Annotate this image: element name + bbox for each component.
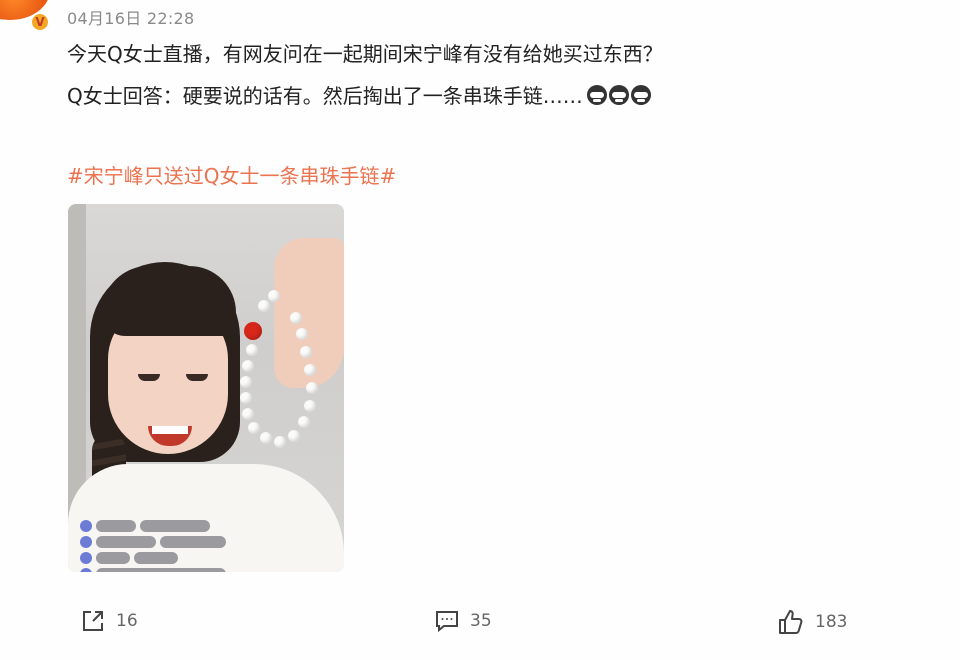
share-button[interactable]: 16 (80, 608, 138, 634)
bracelet-red-bead (244, 322, 262, 340)
chat-username (96, 552, 130, 564)
chat-user-icon (80, 568, 92, 572)
bracelet-bead (246, 344, 258, 356)
bracelet-bead (242, 408, 254, 420)
bracelet-bead (306, 382, 318, 394)
post-text-line-2: Q女士回答：硬要说的话有。然后掏出了一条串珠手链…… (67, 80, 651, 109)
laughing-cry-emoji-icon (608, 85, 629, 105)
right-eye-shape (186, 374, 208, 381)
thumbs-up-icon (777, 608, 805, 636)
post-timestamp[interactable]: 04月16日 22:28 (67, 5, 195, 29)
weibo-post: V 04月16日 22:28 今天Q女士直播，有网友问在一起期间宋宁峰有没有给她… (0, 0, 960, 660)
post-text-line-2-text: Q女士回答：硬要说的话有。然后掏出了一条串珠手链…… (67, 84, 583, 108)
comment-button[interactable]: 35 (434, 608, 492, 634)
bracelet-bead (248, 422, 260, 434)
chat-message (140, 520, 210, 532)
bracelet-bead (298, 416, 310, 428)
chat-username (96, 520, 136, 532)
hashtag-link[interactable]: #宋宁峰只送过Q女士一条串珠手链# (67, 160, 396, 189)
post-image[interactable] (68, 204, 344, 572)
bracelet-bead (300, 346, 312, 358)
bracelet-bead (242, 360, 254, 372)
emoji-group (586, 85, 651, 105)
laughing-cry-emoji-icon (630, 85, 651, 105)
live-chat-row (80, 552, 178, 564)
chat-message (96, 568, 226, 572)
bracelet-bead (274, 436, 286, 448)
live-chat-row (80, 520, 210, 532)
bracelet-bead (258, 300, 270, 312)
left-eye-shape (138, 374, 160, 381)
share-icon (80, 608, 106, 634)
chat-message (134, 552, 178, 564)
bracelet-bead (304, 364, 316, 376)
bracelet-bead (296, 328, 308, 340)
post-text-line-1: 今天Q女士直播，有网友问在一起期间宋宁峰有没有给她买过东西？ (67, 42, 663, 66)
laughing-cry-emoji-icon (586, 85, 607, 105)
live-chat-row (80, 568, 226, 572)
bracelet-bead (240, 392, 252, 404)
bracelet-bead (288, 430, 300, 442)
bangs-shape (102, 266, 236, 336)
chat-message (160, 536, 226, 548)
bracelet-bead (304, 400, 316, 412)
like-count: 183 (815, 612, 848, 632)
bracelet-bead (260, 432, 272, 444)
share-count: 16 (116, 611, 138, 631)
bracelet-bead (290, 312, 302, 324)
comment-count: 35 (470, 611, 492, 631)
comment-icon (434, 608, 460, 634)
chat-user-icon (80, 520, 92, 532)
chat-username (96, 536, 156, 548)
bracelet-bead (268, 290, 280, 302)
like-button[interactable]: 183 (777, 608, 847, 636)
chat-user-icon (80, 536, 92, 548)
verified-badge-icon: V (30, 12, 50, 32)
bracelet-bead (240, 376, 252, 388)
chat-user-icon (80, 552, 92, 564)
live-chat-row (80, 536, 226, 548)
